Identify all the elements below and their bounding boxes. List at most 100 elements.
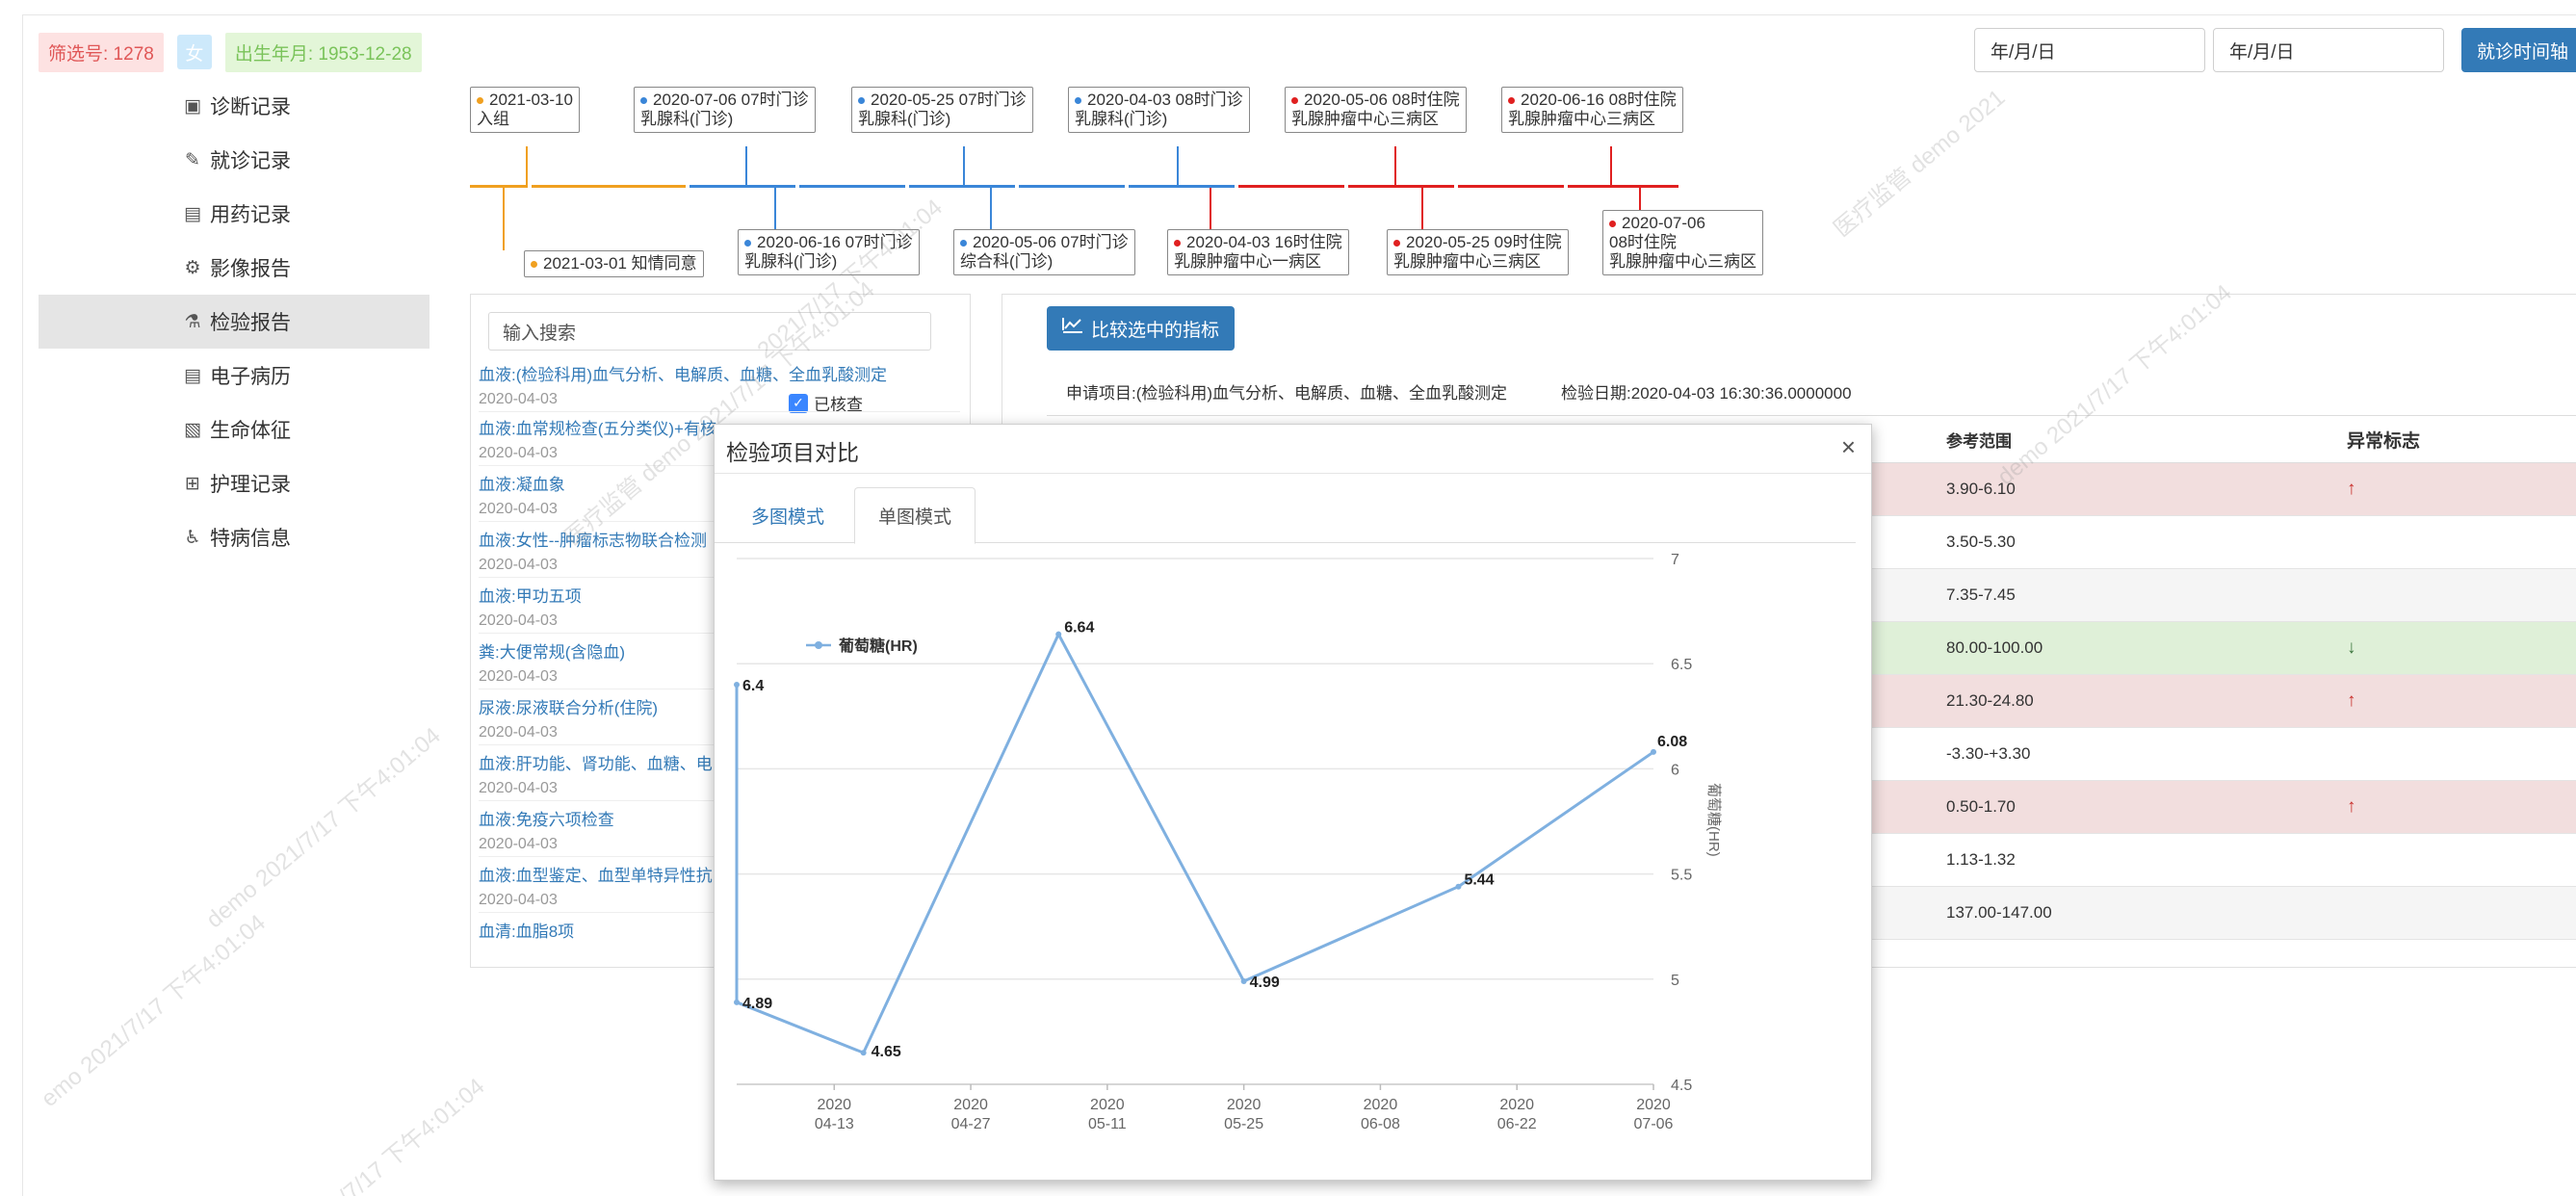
- timeline-event-detail: 乳腺科(门诊): [744, 252, 838, 271]
- y-tick-label: 5: [1671, 973, 1679, 989]
- timeline-event[interactable]: 2020-05-06 08时住院 乳腺肿瘤中心三病区: [1285, 87, 1467, 133]
- timeline-event-time: 2020-04-03 16时住院: [1186, 233, 1342, 251]
- timeline-event-time: 2020-05-25 07时门诊: [871, 91, 1027, 109]
- timeline-event-time: 2020-07-06: [1622, 214, 1705, 232]
- sidebar-item-label: 影像报告: [210, 258, 291, 280]
- x-tick-label-year: 2020: [817, 1097, 851, 1113]
- data-point: [734, 999, 740, 1005]
- chart-mode-tabs: 多图模式 单图模式: [715, 487, 1856, 544]
- sidebar-item[interactable]: ▧ 生命体征: [39, 403, 429, 456]
- y-tick-label: 6: [1671, 762, 1679, 778]
- sidebar-item[interactable]: ▤ 用药记录: [39, 187, 429, 241]
- column-header-flag: 异常标志: [2347, 430, 2421, 452]
- legend-marker: [815, 641, 822, 649]
- status-dot-icon: [1174, 240, 1181, 247]
- status-dot-icon: [531, 261, 537, 269]
- x-tick-label-date: 05-11: [1088, 1116, 1127, 1132]
- sidebar-item[interactable]: ✎ 就诊记录: [39, 133, 429, 187]
- timeline-event[interactable]: 2020-06-16 07时门诊 乳腺科(门诊): [738, 229, 920, 275]
- timeline-segment: [1238, 185, 1344, 188]
- record-title[interactable]: 血液:(检验科用)血气分析、电解质、血糖、全血乳酸测定: [479, 364, 960, 387]
- status-dot-icon: [744, 240, 751, 247]
- data-point: [1055, 631, 1062, 637]
- data-label: 6.08: [1657, 734, 1687, 750]
- reference-range-cell: 3.50-5.30: [1946, 533, 2016, 551]
- y-tick-label: 5.5: [1671, 868, 1692, 884]
- patient-info-bar: 筛选号: 1278 女 出生年月: 1953-12-28: [39, 32, 422, 72]
- record-list-item[interactable]: 血液:(检验科用)血气分析、电解质、血糖、全血乳酸测定 2020-04-03: [479, 364, 960, 412]
- timeline-event[interactable]: 2020-04-03 08时门诊 乳腺科(门诊): [1068, 87, 1250, 133]
- legend-label: 葡萄糖(HR): [838, 637, 918, 655]
- timeline-connector: [1610, 146, 1612, 185]
- timeline-event[interactable]: 2020-05-25 07时门诊 乳腺科(门诊): [851, 87, 1033, 133]
- series-line: [735, 631, 1654, 1055]
- timeline-event-time: 2020-05-06 08时住院: [1304, 91, 1460, 109]
- x-tick-label-date: 06-08: [1361, 1116, 1400, 1132]
- sidebar-item-label: 电子病历: [210, 366, 291, 388]
- timeline-event-detail: 乳腺肿瘤中心三病区: [1609, 252, 1756, 271]
- timeline-event-detail: 乳腺肿瘤中心三病区: [1393, 252, 1541, 271]
- timeline-connector: [745, 146, 747, 185]
- x-tick-label-date: 04-13: [815, 1116, 854, 1132]
- close-icon[interactable]: ×: [1841, 432, 1856, 462]
- reference-range-cell: -3.30-+3.30: [1946, 744, 2031, 763]
- y-axis-label: 葡萄糖(HR): [1705, 783, 1722, 857]
- tab-single-chart[interactable]: 单图模式: [854, 487, 976, 544]
- timeline-segment: [1019, 185, 1125, 188]
- compare-indicators-button[interactable]: 比较选中的指标: [1047, 306, 1236, 351]
- sidebar-item[interactable]: ▤ 电子病历: [39, 349, 429, 403]
- timeline-event-time: 2020-04-03 08时门诊: [1087, 91, 1243, 109]
- record-search-input[interactable]: 输入搜索: [488, 312, 931, 351]
- x-tick-label-date: 07-06: [1634, 1116, 1674, 1132]
- timeline-event[interactable]: 2020-05-06 07时门诊 综合科(门诊): [953, 229, 1135, 275]
- search-placeholder: 输入搜索: [503, 323, 577, 344]
- end-date-input[interactable]: 年/月/日: [2213, 28, 2444, 72]
- status-dot-icon: [477, 97, 483, 105]
- reference-range-cell: 80.00-100.00: [1946, 638, 2043, 657]
- sidebar-item[interactable]: ⚗ 检验报告: [39, 295, 429, 349]
- test-date-label: 检验日期:2020-04-03 16:30:36.0000000: [1561, 384, 1852, 403]
- sidebar-item[interactable]: ⚙ 影像报告: [39, 241, 429, 295]
- visit-timeline-button[interactable]: 就诊时间轴: [2461, 28, 2576, 72]
- sidebar-item[interactable]: ⊞ 护理记录: [39, 456, 429, 510]
- data-label: 4.65: [872, 1044, 901, 1060]
- x-tick-label-year: 2020: [1636, 1097, 1671, 1113]
- abnormal-flag-cell: ↑: [2347, 479, 2356, 499]
- timeline-segment: [1458, 185, 1564, 188]
- timeline-event[interactable]: 2020-06-16 08时住院 乳腺肿瘤中心三病区: [1501, 87, 1683, 133]
- data-label: 4.99: [1250, 975, 1280, 991]
- timeline-event[interactable]: 2020-04-03 16时住院 乳腺肿瘤中心一病区: [1167, 229, 1349, 275]
- data-point: [1240, 977, 1247, 984]
- sex-badge: 女: [176, 35, 212, 69]
- sidebar-item[interactable]: ▣ 诊断记录: [39, 79, 429, 133]
- sidebar-item[interactable]: ♿ 特病信息: [39, 510, 429, 564]
- tab-multi-chart[interactable]: 多图模式: [728, 487, 847, 543]
- reference-range-cell: 1.13-1.32: [1946, 850, 2016, 869]
- start-date-input[interactable]: 年/月/日: [1974, 28, 2205, 72]
- timeline-event[interactable]: 2020-07-06 07时门诊 乳腺科(门诊): [634, 87, 816, 133]
- timeline-event-detail: 乳腺科(门诊): [858, 110, 951, 128]
- start-date-placeholder: 年/月/日: [1991, 41, 2056, 63]
- reference-range-cell: 137.00-147.00: [1946, 903, 2052, 922]
- timeline-event-time: 2020-05-06 07时门诊: [973, 233, 1129, 251]
- timeline-event-time: 2020-06-16 07时门诊: [757, 233, 913, 251]
- timeline-segment: [690, 185, 795, 188]
- abnormal-flag-cell: ↓: [2347, 637, 2356, 658]
- timeline-segment: [799, 185, 905, 188]
- timeline-connector: [503, 188, 505, 250]
- timeline-event[interactable]: 2020-07-06 08时住院 乳腺肿瘤中心三病区: [1602, 210, 1763, 275]
- timeline-connector: [1421, 188, 1423, 229]
- modal-title: 检验项目对比: [726, 440, 859, 465]
- timeline-segment: [909, 185, 1015, 188]
- timeline-segment: [1568, 185, 1678, 188]
- timeline-event[interactable]: 2021-03-10 入组: [470, 87, 580, 133]
- timeline-connector: [1394, 146, 1396, 185]
- timeline-event-detail: 乳腺科(门诊): [1075, 110, 1168, 128]
- timeline-event[interactable]: 2021-03-01 知情同意: [524, 250, 704, 277]
- timeline-event[interactable]: 2020-05-25 09时住院 乳腺肿瘤中心三病区: [1387, 229, 1569, 275]
- document-icon: ▤: [184, 365, 201, 386]
- record-date: 2020-04-03: [479, 387, 960, 412]
- gear-icon: ⚙: [184, 257, 201, 278]
- x-tick-label-date: 05-25: [1224, 1116, 1263, 1132]
- screen-id-badge: 筛选号: 1278: [39, 32, 164, 72]
